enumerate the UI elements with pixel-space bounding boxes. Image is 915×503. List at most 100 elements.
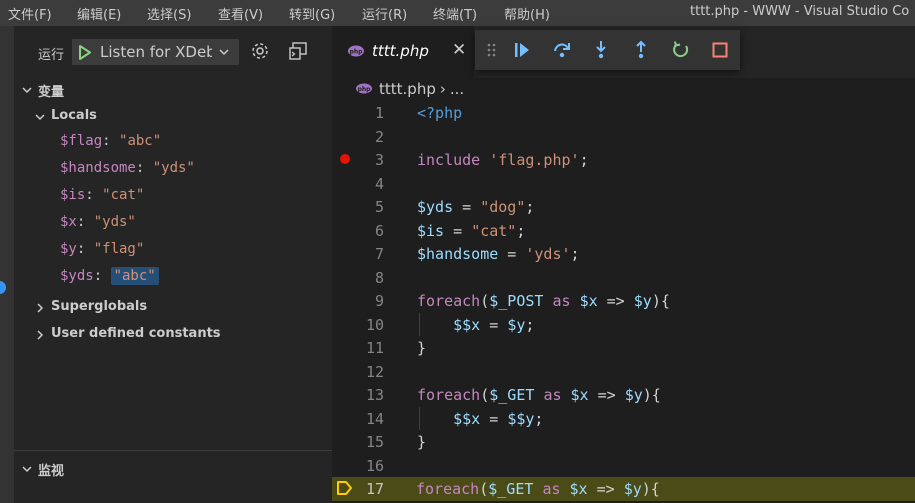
line-number: 15 [365, 433, 384, 451]
current-line-arrow-icon [337, 481, 352, 495]
variables-label: 变量 [38, 85, 65, 100]
line-number: 3 [374, 151, 384, 169]
code-line: 4 [332, 172, 915, 196]
line-number: 9 [374, 292, 384, 310]
step-out-icon[interactable] [631, 40, 651, 60]
tab-label: tttt.php [372, 42, 429, 60]
line-number: 17 [365, 480, 384, 498]
chevron-down-icon[interactable] [217, 45, 231, 59]
breadcrumb-symbols[interactable]: ... [450, 80, 464, 98]
variable-row[interactable]: $y: "flag" [60, 241, 144, 257]
variable-name: $handsome [60, 160, 136, 176]
chevron-down-icon [22, 87, 32, 94]
code-line: 6 $is = "cat"; [374, 221, 526, 240]
code-line: 15 } [365, 433, 427, 451]
gear-icon[interactable] [250, 41, 270, 61]
locals-label: Locals [51, 108, 97, 123]
variable-name: $x [60, 214, 77, 230]
chevron-down-icon [22, 466, 32, 473]
menu-goto[interactable]: 转到(G) [289, 4, 335, 23]
variable-value: "abc" [119, 133, 162, 149]
code-line: 14 $$x = $$y; [332, 406, 915, 430]
variable-value: "yds" [93, 214, 136, 230]
locals-scope[interactable]: Locals [35, 108, 97, 123]
debug-console-icon[interactable] [288, 41, 308, 61]
line-number: 14 [365, 409, 384, 428]
chevron-down-icon [35, 114, 45, 121]
line-number: 16 [365, 456, 384, 475]
code-editor[interactable]: 1 <?php 2 3 include 'flag.php'; 4 5 $yds… [332, 98, 915, 503]
variable-row[interactable]: $is: "cat" [60, 187, 144, 203]
line-number: 2 [374, 127, 384, 146]
menu-run[interactable]: 运行(R) [362, 4, 407, 23]
variable-row[interactable]: $yds: "abc" [60, 267, 159, 285]
start-debugging-icon[interactable] [78, 45, 92, 60]
step-over-icon[interactable] [552, 40, 572, 60]
code-line: 5 $yds = "dog"; [374, 198, 535, 216]
php-file-icon: php [356, 83, 372, 94]
line-number: 12 [365, 362, 384, 381]
variables-section-header[interactable]: 变量 [22, 81, 65, 100]
menu-help[interactable]: 帮助(H) [504, 4, 550, 23]
line-number: 4 [374, 174, 384, 193]
watch-label: 监视 [38, 464, 65, 479]
code-line: 1 <?php [374, 104, 463, 122]
superglobals-label: Superglobals [51, 299, 148, 314]
menu-view[interactable]: 查看(V) [218, 4, 263, 23]
breadcrumb-file[interactable]: tttt.php [379, 80, 436, 98]
watch-section-header[interactable]: 监视 [22, 460, 65, 479]
continue-icon[interactable] [512, 40, 532, 60]
variable-name: $yds [60, 268, 94, 284]
constants-scope[interactable]: User defined constants [37, 326, 221, 341]
stop-icon[interactable] [710, 40, 730, 60]
php-file-icon: php [348, 45, 364, 57]
step-into-icon[interactable] [591, 40, 611, 60]
svg-text:php: php [358, 86, 372, 93]
code-line: 12 [332, 360, 915, 384]
line-number: 1 [374, 104, 384, 122]
variable-value: "yds" [152, 160, 195, 176]
variable-row[interactable]: $flag: "abc" [60, 133, 161, 149]
menu-edit[interactable]: 编辑(E) [77, 4, 121, 23]
menu-file[interactable]: 文件(F) [8, 4, 52, 23]
code-line: 10 $$x = $y; [332, 312, 915, 336]
debug-toolbar [475, 30, 740, 70]
tab-tttt-php[interactable]: php tttt.php ✕ [332, 26, 474, 78]
svg-text:php: php [350, 49, 364, 56]
menu-terminal[interactable]: 终端(T) [433, 4, 477, 23]
variable-row[interactable]: $handsome: "yds" [60, 160, 195, 176]
breadcrumb: php tttt.php ›... [355, 80, 464, 98]
activity-badge[interactable] [0, 281, 6, 294]
debug-config-select[interactable]: Listen for XDebug [72, 39, 239, 65]
code-line: 16 [332, 454, 915, 478]
line-number: 5 [374, 198, 384, 216]
title-bar: 文件(F) 编辑(E) 选择(S) 查看(V) 转到(G) 运行(R) 终端(T… [0, 0, 915, 26]
variable-name: $flag [60, 133, 103, 149]
code-line: 13 foreach($_GET as $x => $y){ [365, 386, 661, 404]
chevron-right-icon [37, 303, 44, 313]
code-line: 8 [332, 266, 915, 290]
variable-row[interactable]: $x: "yds" [60, 214, 136, 230]
superglobals-scope[interactable]: Superglobals [37, 299, 148, 314]
drag-handle-icon[interactable] [483, 40, 501, 60]
code-line: 2 [332, 125, 915, 149]
code-line: 9 foreach($_POST as $x => $y){ [374, 292, 670, 310]
chevron-right-icon [37, 330, 44, 340]
close-icon[interactable]: ✕ [452, 40, 466, 60]
restart-icon[interactable] [671, 40, 691, 60]
debug-sidebar: 运行 Listen for XDebug 变量 Locals $flag: "a… [14, 26, 332, 503]
breadcrumb-separator-icon: › [439, 80, 446, 98]
line-number: 7 [374, 245, 384, 263]
line-number: 10 [365, 315, 384, 334]
current-execution-line: 17 foreach($_GET as $x => $y){ [332, 477, 915, 501]
breakpoint-icon[interactable] [340, 154, 350, 164]
variable-name: $y [60, 241, 77, 257]
section-divider [14, 450, 332, 451]
constants-label: User defined constants [51, 326, 221, 341]
line-number: 6 [374, 221, 384, 240]
menu-selection[interactable]: 选择(S) [147, 4, 191, 23]
line-number: 8 [374, 268, 384, 287]
debug-config-name[interactable]: Listen for XDebug [100, 43, 212, 61]
line-number: 13 [365, 386, 384, 404]
variable-value: "abc" [110, 267, 159, 285]
